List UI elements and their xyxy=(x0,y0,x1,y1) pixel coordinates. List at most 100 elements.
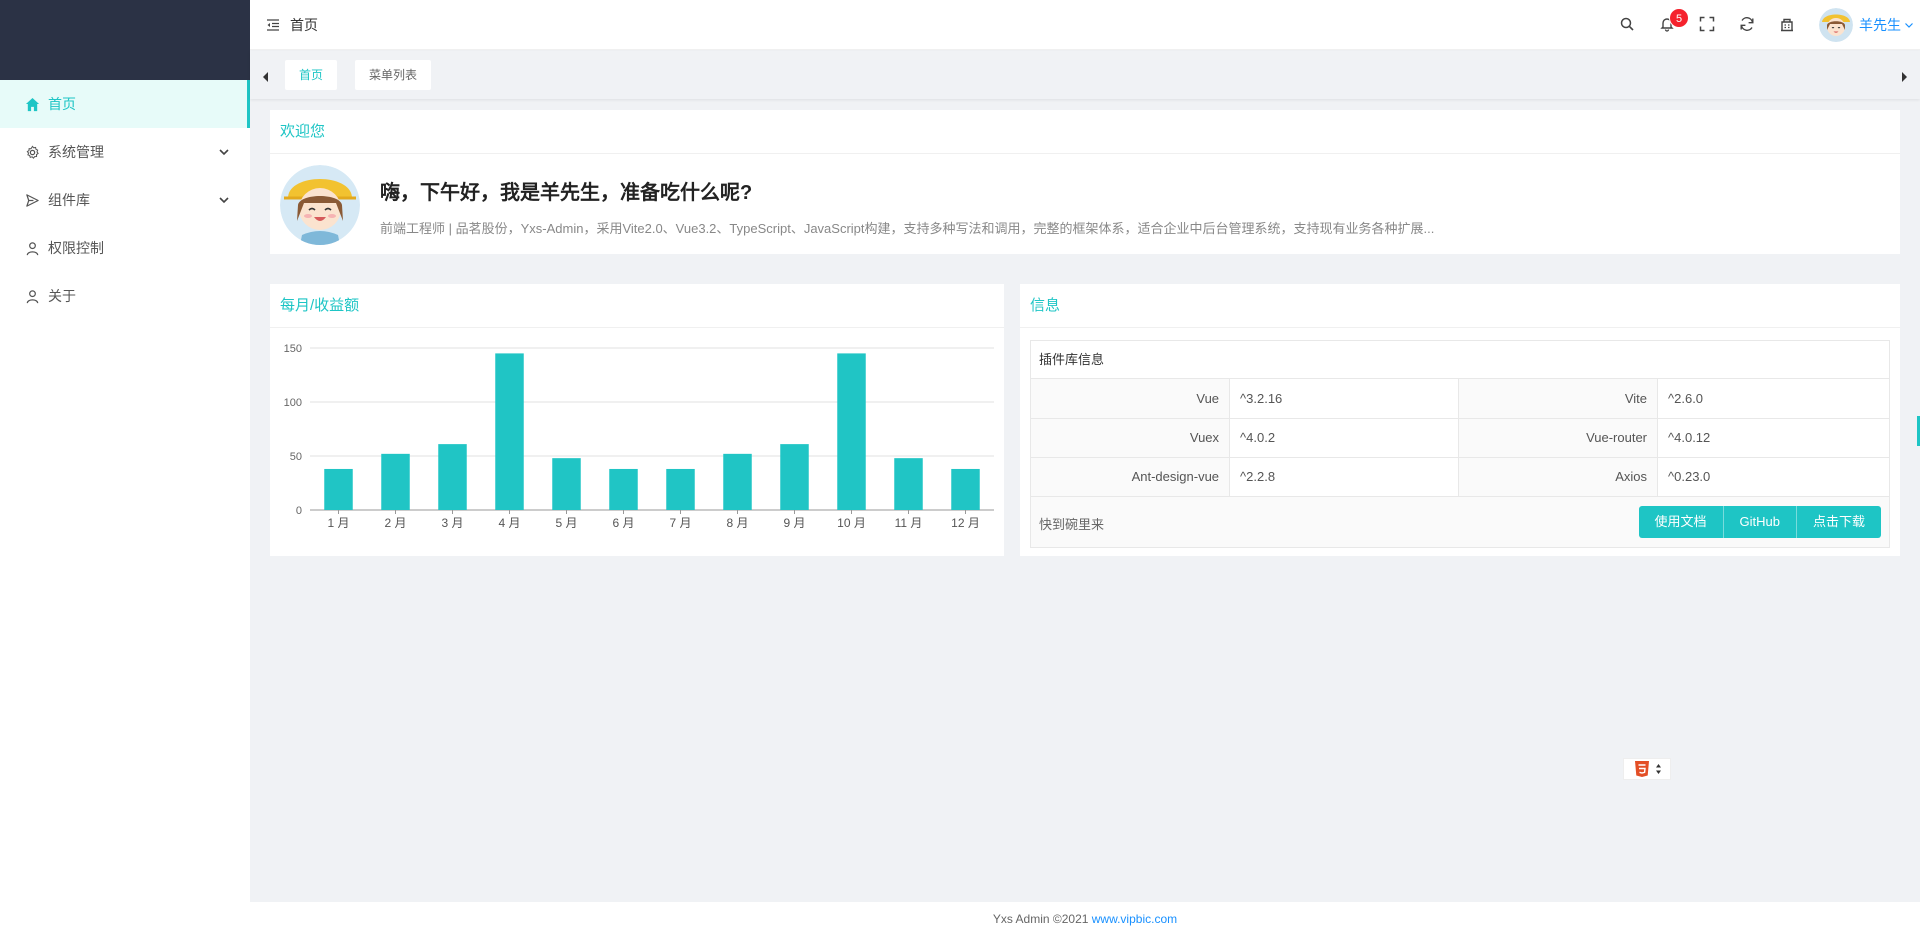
revenue-bar-chart: 0 50 100 150 1 月 2 月 3 月 4 月 5 月 6 月 7 月 8 月 9 月 10 月… xyxy=(284,343,994,530)
sidebar-item-home[interactable]: 首页 xyxy=(0,80,250,128)
home-icon xyxy=(24,96,40,112)
info-card: 信息 插件库信息 Vue ^3.2.16 Vite ^2.6.0 Vuex ^4… xyxy=(1020,284,1900,556)
fullscreen-button[interactable] xyxy=(1687,0,1727,50)
refresh-button[interactable] xyxy=(1727,0,1767,50)
plugin-label: Axios xyxy=(1458,457,1659,497)
sidebar-item-permission[interactable]: 权限控制 xyxy=(0,224,250,272)
table-row: Ant-design-vue ^2.2.8 Axios ^0.23.0 xyxy=(1031,457,1889,497)
fullscreen-icon xyxy=(1699,16,1715,35)
notification-button[interactable]: 5 xyxy=(1647,0,1689,50)
plugin-version: ^2.6.0 xyxy=(1657,379,1889,419)
x-tick-label: 6 月 xyxy=(612,516,634,530)
sidebar: 首页 系统管理 组件库 权限控制 关于 xyxy=(0,0,250,937)
sidebar-item-label: 组件库 xyxy=(48,192,90,208)
x-tick-label: 10 月 xyxy=(837,516,866,530)
x-tick-label: 9 月 xyxy=(783,516,805,530)
avatar xyxy=(280,165,360,245)
plugin-version: ^4.0.2 xyxy=(1229,418,1459,458)
plugin-info-title: 插件库信息 xyxy=(1031,341,1889,379)
table-row: Vuex ^4.0.2 Vue-router ^4.0.12 xyxy=(1031,418,1889,458)
info-footer-text: 快到碗里来 xyxy=(1039,516,1105,532)
docs-button[interactable]: 使用文档 xyxy=(1638,505,1724,538)
x-tick-label: 1 月 xyxy=(327,516,349,530)
sidebar-item-system[interactable]: 系统管理 xyxy=(0,128,250,176)
plugin-version: ^3.2.16 xyxy=(1229,379,1459,419)
chevron-down-icon xyxy=(216,192,232,208)
sidebar-item-components[interactable]: 组件库 xyxy=(0,176,250,224)
search-icon xyxy=(1619,16,1635,35)
plugin-version: ^4.0.12 xyxy=(1657,418,1889,458)
page-footer: Yxs Admin ©2021 www.vipbic.com xyxy=(250,902,1920,937)
bar xyxy=(324,468,353,510)
welcome-title: 欢迎您 xyxy=(270,110,1900,154)
revenue-chart-card: 每月/收益额 0 50 100 150 1 月 2 月 3 月 4 月 5 月 6 月 7 月 8 月… xyxy=(270,284,1004,556)
y-tick-label: 150 xyxy=(284,343,302,355)
sidebar-menu: 首页 系统管理 组件库 权限控制 关于 xyxy=(0,80,250,320)
plugin-label: Vuex xyxy=(1031,418,1231,458)
bar xyxy=(951,468,980,510)
plugin-version: ^2.2.8 xyxy=(1229,457,1459,497)
footer-link[interactable]: www.vipbic.com xyxy=(1092,912,1177,926)
sidebar-item-about[interactable]: 关于 xyxy=(0,272,250,320)
sort-icon xyxy=(1655,763,1662,775)
download-button[interactable]: 点击下载 xyxy=(1796,505,1881,538)
menu-fold-icon[interactable] xyxy=(266,18,280,32)
tab-menu-list[interactable]: 菜单列表 xyxy=(355,60,432,90)
y-tick-label: 100 xyxy=(284,397,302,409)
x-tick-label: 3 月 xyxy=(441,516,463,530)
x-tick-label: 5 月 xyxy=(555,516,577,530)
bar xyxy=(780,444,809,510)
tabs-scroll-right-icon[interactable] xyxy=(1900,69,1908,85)
tabs-bar: 首页 菜单列表 xyxy=(250,51,1920,99)
user-icon xyxy=(24,288,40,304)
chart-title: 每月/收益额 xyxy=(270,284,1004,328)
info-button-group: 使用文档 GitHub 点击下载 xyxy=(1638,505,1881,538)
logo-area xyxy=(0,0,250,80)
plugin-info-panel: 插件库信息 Vue ^3.2.16 Vite ^2.6.0 Vuex ^4.0.… xyxy=(1030,340,1890,548)
bar xyxy=(552,458,581,510)
bar xyxy=(837,353,866,510)
plugin-version: ^0.23.0 xyxy=(1657,457,1889,497)
bar xyxy=(666,468,695,510)
github-button[interactable]: GitHub xyxy=(1723,505,1797,538)
sidebar-item-label: 权限控制 xyxy=(48,240,104,256)
refresh-icon xyxy=(1739,16,1755,35)
welcome-greeting: 嗨，下午好，我是羊先生，准备吃什么呢? xyxy=(380,182,753,204)
table-row: Vue ^3.2.16 Vite ^2.6.0 xyxy=(1031,379,1889,419)
tabs-scroll-left-icon[interactable] xyxy=(262,69,270,85)
x-tick-label: 2 月 xyxy=(384,516,406,530)
bar xyxy=(495,353,524,510)
plugin-label: Vite xyxy=(1458,379,1659,419)
chevron-down-icon xyxy=(1904,20,1914,30)
floating-widget[interactable] xyxy=(1623,758,1671,780)
sidebar-item-label: 关于 xyxy=(48,288,76,304)
user-icon xyxy=(24,240,40,256)
chevron-down-icon xyxy=(216,144,232,160)
plugin-label: Vue xyxy=(1031,379,1231,419)
header-tools: 5 羊先生 xyxy=(1607,0,1920,50)
user-menu[interactable]: 羊先生 xyxy=(1819,8,1914,42)
info-title: 信息 xyxy=(1020,284,1900,328)
bar xyxy=(894,458,923,510)
org-button[interactable] xyxy=(1767,0,1807,50)
x-tick-label: 7 月 xyxy=(669,516,691,530)
html5-icon xyxy=(1633,760,1651,778)
bar xyxy=(381,453,410,510)
top-header: 首页 5 羊先生 xyxy=(250,0,1920,50)
breadcrumb: 首页 xyxy=(290,16,318,33)
x-tick-label: 8 月 xyxy=(726,516,748,530)
bar xyxy=(438,444,467,510)
user-name: 羊先生 xyxy=(1859,17,1901,33)
x-tick-label: 4 月 xyxy=(498,516,520,530)
footer-copyright: Yxs Admin ©2021 xyxy=(992,912,1092,926)
sidebar-item-label: 首页 xyxy=(48,96,76,112)
notification-badge: 5 xyxy=(1669,8,1689,28)
welcome-description: 前端工程师 | 品茗股份，Yxs-Admin，采用Vite2.0、Vue3.2、… xyxy=(380,221,1435,236)
plugin-label: Ant-design-vue xyxy=(1031,457,1231,497)
search-button[interactable] xyxy=(1607,0,1647,50)
y-tick-label: 50 xyxy=(290,451,302,463)
tab-home[interactable]: 首页 xyxy=(285,60,338,90)
info-footer: 快到碗里来 使用文档 GitHub 点击下载 xyxy=(1031,496,1889,547)
bar xyxy=(723,453,752,510)
welcome-card: 欢迎您 嗨，下午好，我是羊先生，准备吃什么呢? 前端工程师 | 品茗股份，Yxs… xyxy=(270,110,1900,254)
